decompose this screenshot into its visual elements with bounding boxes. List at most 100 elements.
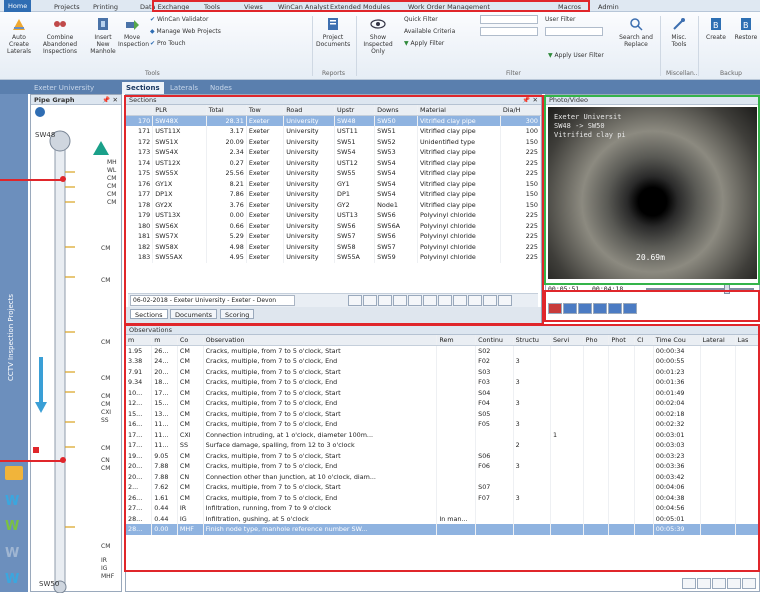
project-selector[interactable]: 06-02-2018 - Exeter University - Exeter …	[130, 295, 295, 306]
available-criteria-item[interactable]: Available Criteria	[404, 28, 455, 35]
wincan-w-icon[interactable]: W	[5, 519, 19, 534]
sections-column-header[interactable]: Material	[417, 105, 501, 116]
observations-column-header[interactable]: Servi	[550, 335, 584, 346]
wincan-w-icon[interactable]: W	[5, 494, 19, 509]
ribbon-tab-extended-modules[interactable]: Extended Modules	[330, 2, 390, 12]
observations-column-header[interactable]: Pho	[583, 335, 610, 346]
doc-tab-laterals[interactable]: Laterals	[166, 82, 202, 94]
ribbon-tab-tools[interactable]: Tools	[204, 2, 220, 12]
doc-tab-project[interactable]: Exeter University	[30, 82, 98, 94]
available-criteria-dropdown[interactable]	[480, 27, 538, 36]
pro-touch-item[interactable]: ✔ Pro Touch	[150, 40, 186, 47]
ribbon-tab-home[interactable]: Home	[4, 0, 32, 12]
search-and-replace-button[interactable]: Search and Replace	[618, 16, 654, 48]
toolbar-button[interactable]	[408, 295, 422, 306]
show-inspected-only-button[interactable]: Show Inspected Only	[360, 16, 396, 55]
ribbon-tab-data-exchange[interactable]: Data Exchange	[140, 2, 189, 12]
ribbon-tab-wincan-analyst[interactable]: WinCan Analyst	[278, 2, 329, 12]
table-row[interactable]: 9.34 18... CM Cracks, multiple, from 7 to 5…	[126, 377, 760, 388]
table-row[interactable]: 27... 0.44 IR Infiltration, running, from 7…	[126, 503, 760, 514]
table-row[interactable]: 17... 11... SS Surface damage, spalling, fr…	[126, 440, 760, 451]
observations-column-header[interactable]: Rem	[436, 335, 477, 346]
observations-column-header[interactable]: Observation	[203, 335, 438, 346]
toolbar-button[interactable]	[393, 295, 407, 306]
ribbon-tab-views[interactable]: Views	[244, 2, 263, 12]
user-filter-dropdown[interactable]	[545, 27, 603, 36]
play-icon[interactable]	[578, 303, 592, 314]
table-row[interactable]: 15... 13... CM Cracks, multiple, from 7 to …	[126, 408, 760, 419]
observations-column-header[interactable]: Structu	[513, 335, 551, 346]
table-row[interactable]: 180 SW56X 0.66 Exeter University SW56 SW56A Pol…	[126, 220, 542, 231]
observations-column-header[interactable]: m	[151, 335, 178, 346]
create-backup-button[interactable]: B Create	[702, 16, 730, 41]
wincan-validator-item[interactable]: ✔ WinCan Validator	[150, 16, 208, 23]
sections-column-header[interactable]: Total	[206, 105, 247, 116]
inspection-video[interactable]: Exeter Universit SW48 -> SW50 Vitrified cl…	[548, 107, 757, 279]
video-seek-slider[interactable]	[646, 288, 754, 290]
seek-handle[interactable]	[724, 284, 730, 294]
table-row[interactable]: 17... 11... CXI Connection intruding, at 1 …	[126, 429, 760, 440]
observations-column-header[interactable]: Continu	[475, 335, 514, 346]
sections-column-header[interactable]: Road	[283, 105, 336, 116]
settings-icon[interactable]	[35, 107, 45, 117]
table-row[interactable]: 179 UST13X 0.00 Exeter University UST13 SW56 Po…	[126, 210, 542, 221]
toolbar-button[interactable]	[483, 295, 497, 306]
sections-column-header[interactable]: Upstr	[334, 105, 376, 116]
subtab-sections[interactable]: Sections	[130, 309, 168, 319]
table-row[interactable]: 172 SW51X 20.09 Exeter University SW51 SW52 Uni…	[126, 136, 542, 147]
quick-filter-item[interactable]: Quick Filter	[404, 16, 438, 23]
toolbar-button[interactable]	[498, 295, 512, 306]
wincan-3d-icon[interactable]: W	[5, 546, 19, 561]
pause-icon[interactable]	[593, 303, 607, 314]
table-row[interactable]: 20... 7.88 CN Connection other than junctio…	[126, 471, 760, 482]
sections-column-header[interactable]: PLR	[152, 105, 207, 116]
table-row[interactable]: 7.91 20... CM Cracks, multiple, from 7 to 5…	[126, 366, 760, 377]
subtab-scoring[interactable]: Scoring	[220, 309, 255, 319]
misc-tools-button[interactable]: Misc. Tools	[664, 16, 694, 48]
sections-column-header[interactable]: Dia/H	[500, 105, 542, 116]
ribbon-tab-macros[interactable]: Macros	[558, 2, 581, 12]
table-row[interactable]: 16... 11... CM Cracks, multiple, from 7 to …	[126, 419, 760, 430]
manage-web-projects-item[interactable]: ◆ Manage Web Projects	[150, 28, 221, 35]
doc-tab-nodes[interactable]: Nodes	[206, 82, 236, 94]
app-icon[interactable]	[5, 466, 23, 480]
observations-column-header[interactable]: Cl	[634, 335, 654, 346]
auto-create-laterals-button[interactable]: Auto Create Laterals	[4, 16, 34, 55]
table-row[interactable]: 1.95 26... CM Cracks, multiple, from 7 to 5…	[126, 345, 760, 356]
table-row[interactable]: 20... 7.88 CM Cracks, multiple, from 7 to 5…	[126, 461, 760, 472]
rewind-icon[interactable]	[563, 303, 577, 314]
user-filter-item[interactable]: User Filter	[545, 16, 575, 23]
table-row[interactable]: 174 UST12X 0.27 Exeter University UST12 SW54 Vi…	[126, 157, 542, 168]
toolbar-button[interactable]	[378, 295, 392, 306]
table-row[interactable]: 19... 9.05 CM Cracks, multiple, from 7 to 5…	[126, 450, 760, 461]
combine-abandoned-inspections-button[interactable]: Combine Abandoned Inspections	[34, 16, 86, 55]
stop-icon[interactable]	[548, 303, 562, 314]
table-row[interactable]: 170 SW48X 28.31 Exeter University SW48 SW50 Vit…	[126, 115, 542, 126]
apply-filter-button[interactable]: ▼ Apply Filter	[404, 40, 444, 47]
sections-column-header[interactable]: Tow	[246, 105, 285, 116]
toolbar-button[interactable]	[438, 295, 452, 306]
observations-column-header[interactable]: Time Cou	[653, 335, 701, 346]
table-row[interactable]: 175 SW55X 25.56 Exeter University SW55 SW54 Vit…	[126, 168, 542, 179]
record-icon[interactable]	[623, 303, 637, 314]
toolbar-button[interactable]	[363, 295, 377, 306]
observations-column-header[interactable]: m	[126, 335, 153, 346]
table-row[interactable]: 28... 0.00 MHF Finish node type, manhole re…	[126, 524, 760, 535]
toolbar-button[interactable]	[697, 578, 711, 589]
table-row[interactable]: 28... 0.44 IG Infiltration, gushing, at 5 o…	[126, 513, 760, 524]
sections-column-header[interactable]	[126, 105, 154, 116]
ribbon-tab-work-order-management[interactable]: Work Order Management	[408, 2, 490, 12]
toolbar-button[interactable]	[348, 295, 362, 306]
table-row[interactable]: 10... 17... CM Cracks, multiple, from 7 to …	[126, 387, 760, 398]
table-row[interactable]: 3.38 24... CM Cracks, multiple, from 7 to 5…	[126, 356, 760, 367]
snapshot-icon[interactable]	[608, 303, 622, 314]
observations-column-header[interactable]: Co	[177, 335, 204, 346]
toolbar-button[interactable]	[742, 578, 756, 589]
table-row[interactable]: 2... 7.62 CM Cracks, multiple, from 7 to 5 …	[126, 482, 760, 493]
apply-user-filter-button[interactable]: ▼ Apply User Filter	[548, 52, 604, 59]
toolbar-button[interactable]	[712, 578, 726, 589]
quick-filter-dropdown[interactable]	[480, 15, 538, 24]
ribbon-tab-admin[interactable]: Admin	[598, 2, 619, 12]
toolbar-button[interactable]	[727, 578, 741, 589]
sections-column-header[interactable]: Downs	[374, 105, 418, 116]
